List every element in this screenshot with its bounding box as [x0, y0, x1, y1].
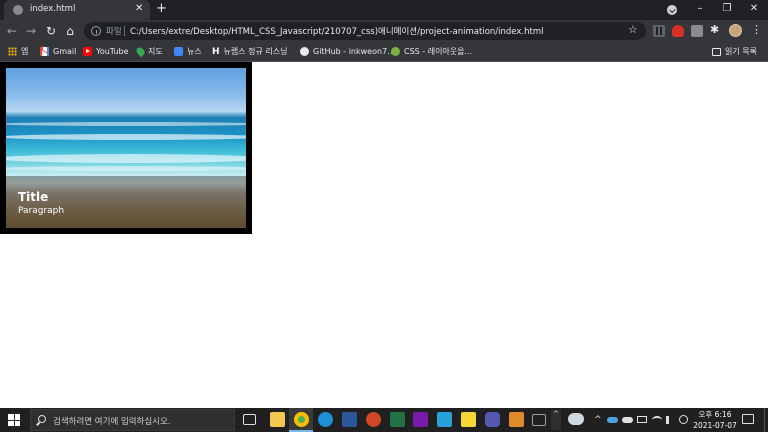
- info-icon[interactable]: [91, 26, 101, 36]
- show-desktop-button[interactable]: [764, 408, 768, 432]
- minimize-button[interactable]: –: [690, 2, 710, 16]
- powerpoint-icon[interactable]: [366, 412, 381, 427]
- page-viewport: Title Paragraph: [0, 62, 768, 408]
- clock-time: 오후 6:16: [698, 410, 732, 419]
- apps-grid-icon: [8, 47, 17, 56]
- wifi-icon[interactable]: [652, 416, 662, 424]
- teams-icon[interactable]: [485, 412, 500, 427]
- youtube-icon: [83, 47, 92, 56]
- wave: [6, 122, 246, 126]
- bookmark-label: 지도: [148, 47, 163, 56]
- github-icon: [300, 47, 309, 56]
- bookmark-listening[interactable]: H 뉴랩스 정규 리스닝: [212, 42, 288, 61]
- restore-button[interactable]: ❐: [717, 2, 737, 16]
- css-site-icon: [391, 47, 400, 56]
- search-icon: [38, 415, 46, 423]
- extension-box-icon[interactable]: [691, 25, 703, 37]
- extension-shield-icon[interactable]: [672, 25, 684, 37]
- tab-title: index.html: [30, 4, 76, 14]
- word-icon[interactable]: [342, 412, 357, 427]
- bookmark-label: YouTube: [96, 47, 129, 56]
- address-bar[interactable]: 파일 C:/Users/extre/Desktop/HTML_CSS_Javas…: [84, 22, 646, 40]
- news-icon: [174, 47, 183, 56]
- wave: [6, 166, 246, 171]
- divider: [124, 26, 125, 36]
- tab-search-icon[interactable]: [667, 5, 677, 15]
- volume-icon[interactable]: [666, 416, 674, 424]
- new-tab-button[interactable]: +: [156, 2, 167, 16]
- onenote-icon[interactable]: [413, 412, 428, 427]
- bookmark-css[interactable]: CSS - 레이아웃을...: [391, 42, 472, 61]
- chrome-icon[interactable]: [294, 412, 309, 427]
- bookmarks-bar: 앱 Gmail YouTube 지도 뉴스 H 뉴랩스 정규 리스닝 GitHu…: [0, 42, 768, 62]
- wave: [6, 134, 246, 140]
- sublime-text-icon[interactable]: [509, 412, 524, 427]
- url-text[interactable]: C:/Users/extre/Desktop/HTML_CSS_Javascri…: [130, 25, 543, 37]
- ime-icon[interactable]: [679, 415, 688, 424]
- map-pin-icon: [134, 45, 147, 58]
- globe-icon: [13, 5, 23, 15]
- home-button[interactable]: ⌂: [62, 23, 78, 39]
- back-button[interactable]: ←: [4, 23, 20, 39]
- onedrive-icon[interactable]: [607, 417, 618, 423]
- h-logo-icon: H: [212, 46, 220, 57]
- tray-scroll[interactable]: ^: [551, 410, 561, 430]
- bookmark-news[interactable]: 뉴스: [174, 42, 202, 61]
- bookmark-label: CSS - 레이아웃을...: [404, 47, 473, 56]
- card-paragraph: Paragraph: [18, 206, 65, 216]
- extension-m-icon[interactable]: [653, 25, 665, 37]
- reading-list-icon: [712, 47, 721, 56]
- bookmark-maps[interactable]: 지도: [134, 42, 163, 61]
- browser-tab[interactable]: index.html ✕: [4, 0, 150, 20]
- file-explorer-icon[interactable]: [270, 412, 285, 427]
- reading-list-button[interactable]: 읽기 목록: [712, 42, 757, 61]
- screen: index.html ✕ + – ❐ ✕ ← → ↻ ⌂ 파일 C:/Users…: [0, 0, 768, 432]
- clock-date: 2021-07-07: [693, 421, 737, 430]
- bookmark-label: 앱: [21, 47, 29, 56]
- taskbar: 검색하려면 여기에 입력하십시오. ^ ^ 오후 6:16 2021-07-07: [0, 408, 768, 432]
- browser-menu-icon[interactable]: ⋮: [751, 23, 762, 37]
- bookmark-label: 뉴스: [187, 47, 202, 56]
- bookmark-apps[interactable]: 앱: [8, 42, 28, 61]
- search-placeholder: 검색하려면 여기에 입력하십시오.: [53, 417, 171, 427]
- reading-list-label: 읽기 목록: [725, 47, 757, 56]
- card-title: Title: [18, 190, 49, 204]
- taskbar-search-input[interactable]: 검색하려면 여기에 입력하십시오.: [30, 409, 235, 431]
- edge-icon[interactable]: [318, 412, 333, 427]
- notification-icon[interactable]: [742, 414, 754, 424]
- excel-icon[interactable]: [390, 412, 405, 427]
- app-icon[interactable]: [437, 412, 452, 427]
- tab-bar: index.html ✕ + – ❐ ✕: [0, 0, 768, 20]
- card[interactable]: Title Paragraph: [0, 62, 252, 234]
- bookmark-label: Gmail: [53, 47, 77, 56]
- bookmark-label: GitHub - inkweon7...: [313, 47, 395, 56]
- windows-start-icon[interactable]: [8, 414, 20, 426]
- reload-button[interactable]: ↻: [43, 23, 59, 39]
- tray-expand-icon[interactable]: ^: [594, 415, 602, 425]
- bookmark-gmail[interactable]: Gmail: [40, 42, 76, 61]
- browser-toolbar: ← → ↻ ⌂ 파일 C:/Users/extre/Desktop/HTML_C…: [0, 20, 768, 42]
- close-window-button[interactable]: ✕: [744, 2, 764, 16]
- bookmark-youtube[interactable]: YouTube: [83, 42, 129, 61]
- cloud-icon[interactable]: [622, 417, 633, 423]
- forward-button[interactable]: →: [23, 23, 39, 39]
- scheme-label: 파일: [106, 27, 122, 37]
- gmail-icon: [40, 47, 49, 56]
- profile-avatar[interactable]: [729, 24, 742, 37]
- display-icon[interactable]: [637, 416, 647, 423]
- tab-close-icon[interactable]: ✕: [135, 3, 143, 15]
- sticky-notes-icon[interactable]: [461, 412, 476, 427]
- bookmark-label: 뉴랩스 정규 리스닝: [223, 47, 288, 56]
- wave: [6, 154, 246, 163]
- weather-cloud-icon[interactable]: [568, 413, 584, 425]
- taskbar-clock[interactable]: 오후 6:16 2021-07-07: [692, 409, 738, 431]
- extensions-puzzle-icon[interactable]: ✱: [710, 24, 719, 36]
- task-view-icon[interactable]: [243, 414, 256, 425]
- bookmark-star-icon[interactable]: ☆: [628, 23, 638, 36]
- bookmark-github[interactable]: GitHub - inkweon7...: [300, 42, 395, 61]
- beach-waves-image: Title Paragraph: [6, 68, 246, 228]
- window-icon[interactable]: [532, 414, 546, 426]
